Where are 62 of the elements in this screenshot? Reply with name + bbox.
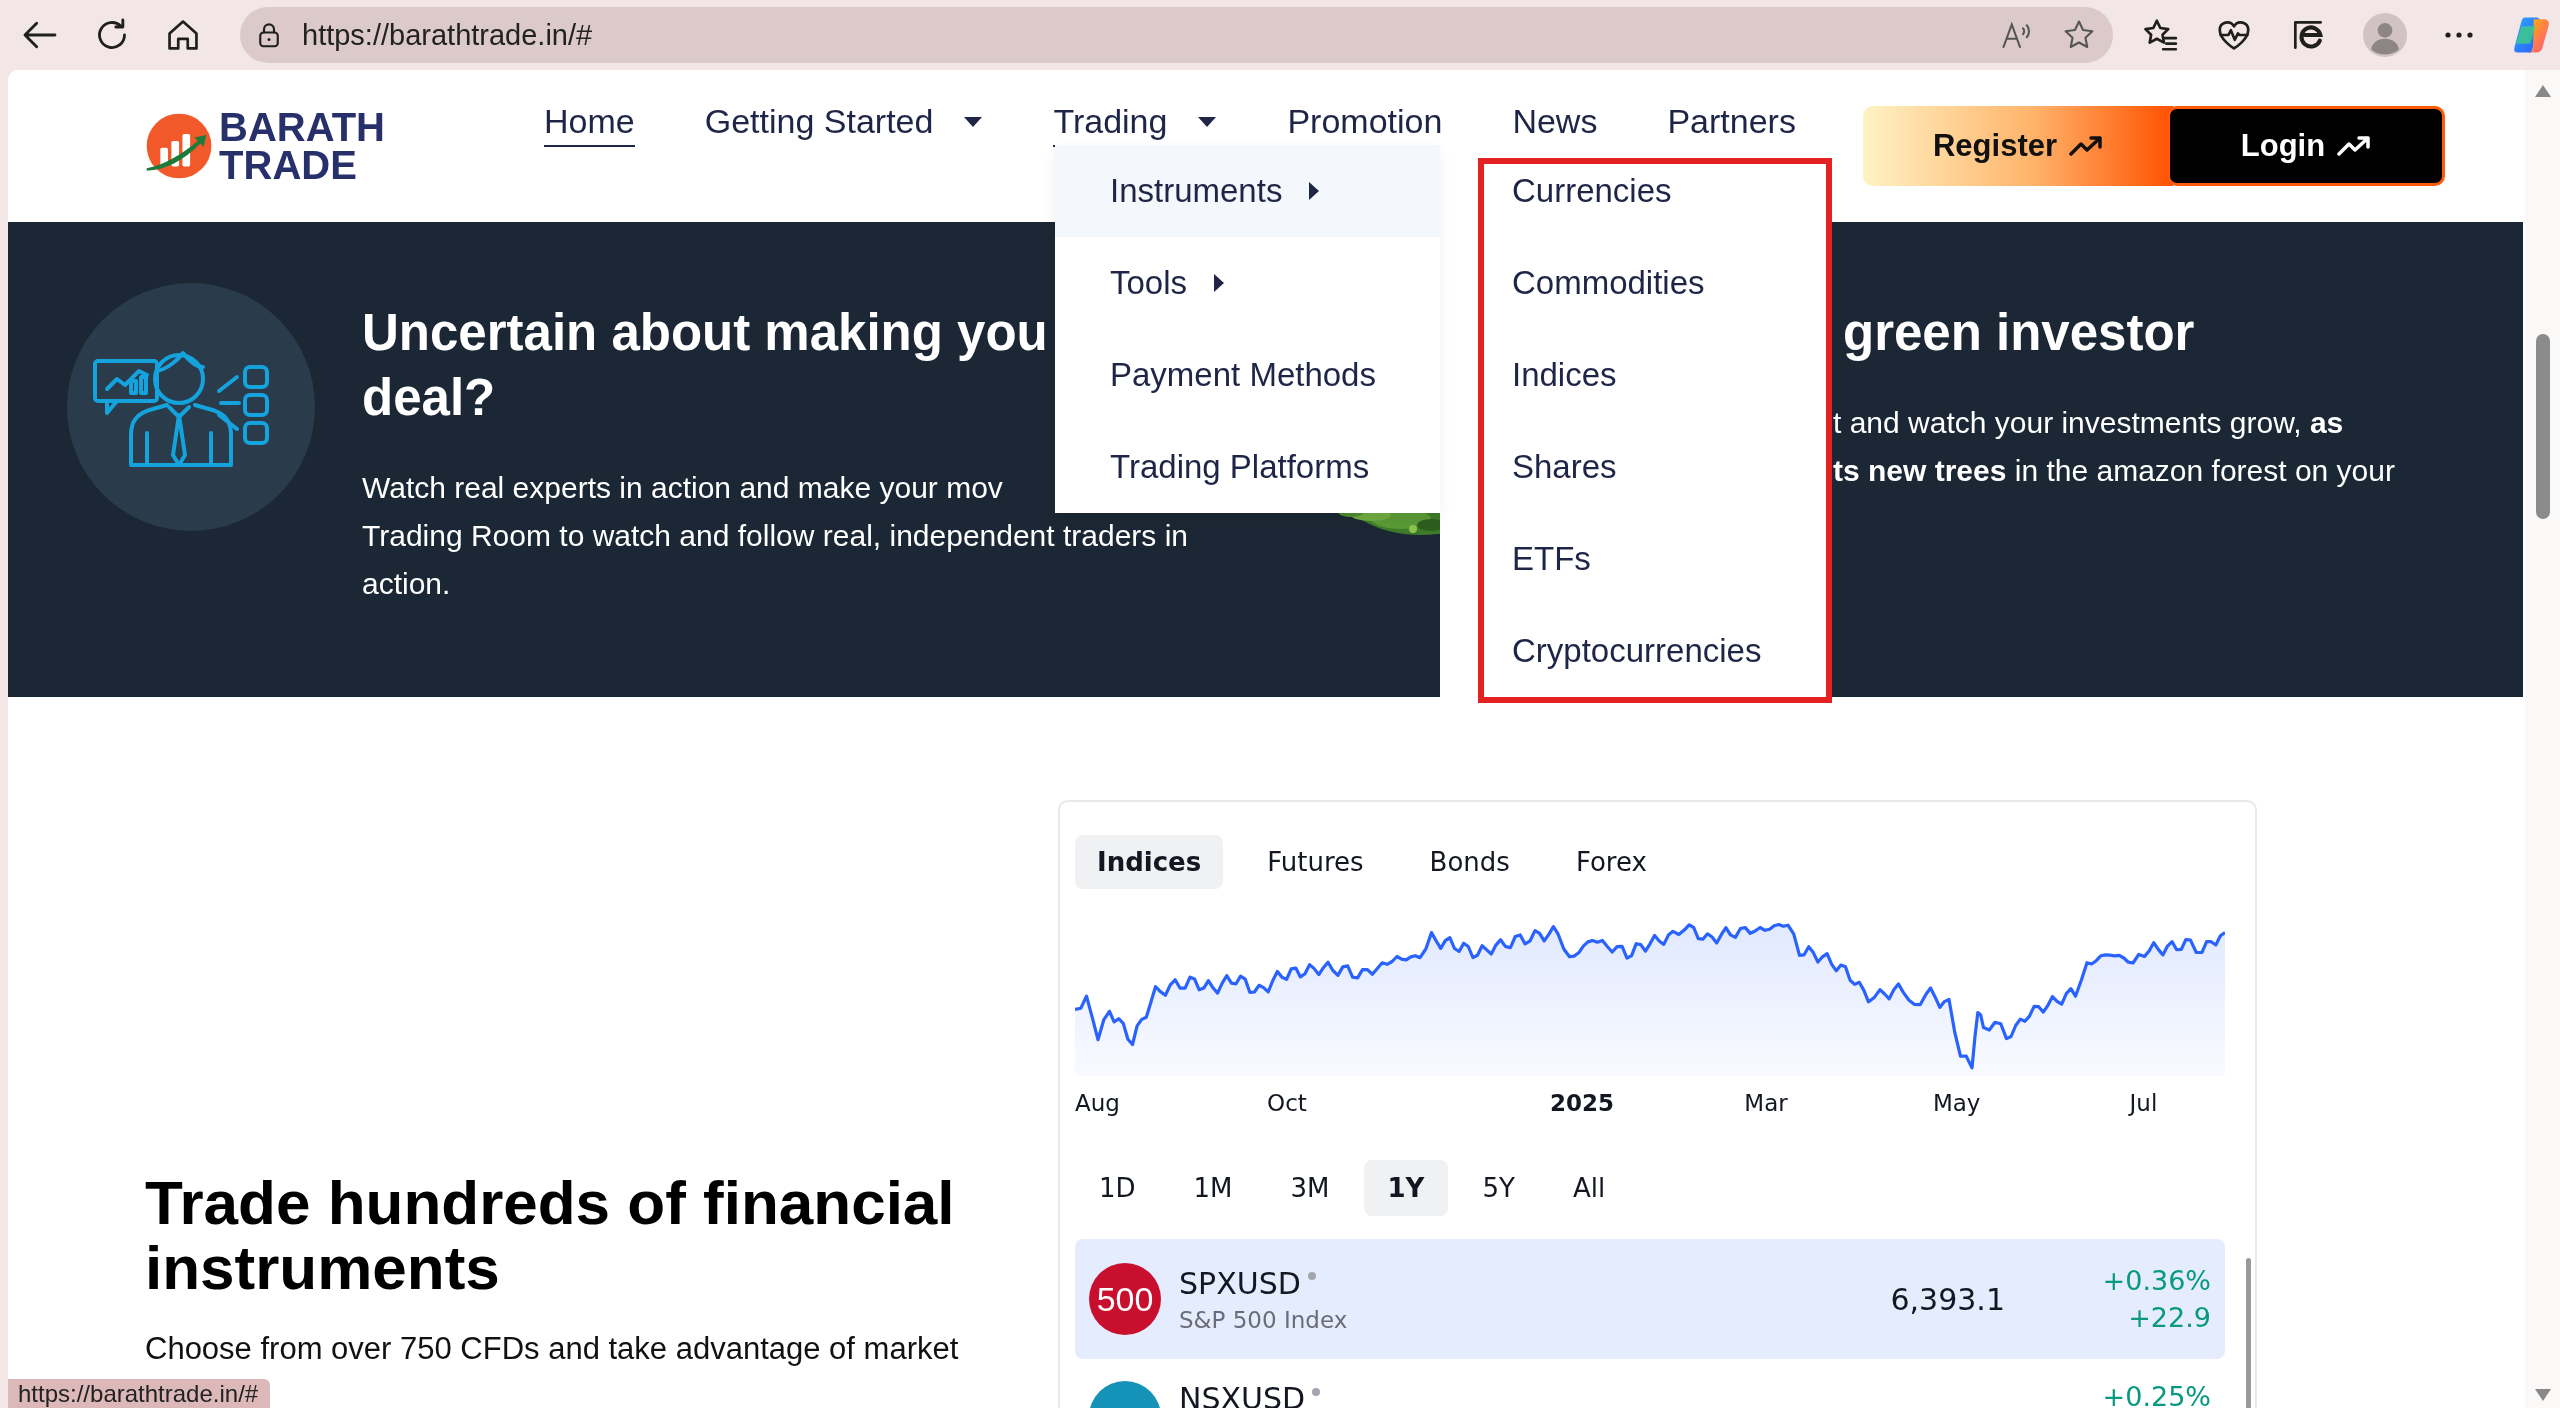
logo-text[interactable]: BARATH TRADE: [219, 108, 385, 184]
nav-link[interactable]: Promotion: [1287, 98, 1443, 147]
card-text-line: t and watch your investments grow, as: [1833, 405, 2344, 441]
menu-item[interactable]: Instruments: [1055, 145, 1440, 237]
nav-link[interactable]: Partners: [1667, 98, 1796, 147]
status-dot-icon: [1311, 1386, 1322, 1397]
nav-link[interactable]: Getting Started: [704, 98, 984, 147]
trend-up-icon: [2337, 135, 2372, 157]
symbol-description: S&P 500 Index: [1179, 1306, 1349, 1333]
menu-item[interactable]: ETFs: [1484, 513, 1826, 605]
section-text: Choose from over 750 CFDs and take advantage of market: [145, 1330, 959, 1368]
range-button[interactable]: 3M: [1266, 1160, 1354, 1216]
menu-item[interactable]: Cryptocurrencies: [1484, 605, 1826, 697]
card-text-line: ts new trees in the amazon forest on your: [1833, 453, 2395, 489]
range-button[interactable]: 5Y: [1458, 1160, 1539, 1216]
scroll-down-icon[interactable]: [2533, 1388, 2552, 1402]
axis-label: May: [1932, 1090, 1981, 1116]
more-icon[interactable]: [2443, 30, 2475, 40]
card-title: green investor: [1843, 303, 2195, 363]
market-tab[interactable]: Bonds: [1407, 835, 1532, 889]
section-title: Trade hundreds of financial instruments: [145, 1170, 956, 1300]
menu-item[interactable]: Currencies: [1484, 145, 1826, 237]
range-button[interactable]: 1Y: [1363, 1160, 1449, 1216]
trend-up-icon: [2069, 135, 2103, 157]
symbol-name: SPXUSD: [1179, 1265, 1301, 1301]
range-button[interactable]: All: [1548, 1160, 1630, 1216]
presenter-icon: [67, 283, 315, 531]
range-button[interactable]: 1D: [1075, 1160, 1160, 1216]
status-url-tooltip: https://barathtrade.in/#: [8, 1379, 271, 1408]
menu-item[interactable]: Indices: [1484, 329, 1826, 421]
menu-item[interactable]: Shares: [1484, 421, 1826, 513]
change-value: +22.9: [2128, 1302, 2211, 1333]
card-text-line: Watch real experts in action and make your mov: [362, 470, 1003, 506]
market-tab[interactable]: Futures: [1245, 835, 1386, 889]
favorites-icon[interactable]: [2141, 16, 2179, 54]
profile-avatar-icon[interactable]: [2363, 13, 2407, 57]
range-button[interactable]: 1M: [1169, 1160, 1257, 1216]
nav-link[interactable]: News: [1512, 98, 1598, 147]
scrollbar-thumb[interactable]: [2535, 334, 2550, 519]
market-tab[interactable]: Indices: [1075, 835, 1224, 889]
status-dot-icon: [1306, 1271, 1317, 1281]
axis-label: Oct: [1267, 1090, 1307, 1116]
axis-label: Mar: [1744, 1090, 1788, 1116]
card-text-line: Trading Room to watch and follow real, independent traders in: [362, 518, 1189, 554]
change-percent: +0.25%: [2102, 1381, 2211, 1408]
login-button[interactable]: Login: [2167, 106, 2445, 186]
scroll-up-icon[interactable]: [2533, 84, 2552, 98]
nav-link[interactable]: Home: [544, 98, 635, 147]
price-value: 6,393.1: [1890, 1281, 2005, 1317]
menu-item[interactable]: Trading Platforms: [1055, 421, 1440, 513]
menu-item[interactable]: Payment Methods: [1055, 329, 1440, 421]
axis-label: Jul: [2129, 1090, 2158, 1116]
menu-item[interactable]: Commodities: [1484, 237, 1826, 329]
axis-label: Aug: [1075, 1090, 1120, 1116]
symbol-badge: 500: [1089, 1263, 1161, 1335]
card-title: Uncertain about making you deal?: [362, 303, 1048, 428]
market-tab[interactable]: Forex: [1553, 835, 1669, 889]
card-text-line: action.: [362, 566, 451, 602]
axis-label: 2025: [1549, 1090, 1614, 1116]
register-button[interactable]: Register: [1863, 106, 2173, 186]
menu-item[interactable]: Tools: [1055, 237, 1440, 329]
change-percent: +0.36%: [2102, 1265, 2211, 1296]
